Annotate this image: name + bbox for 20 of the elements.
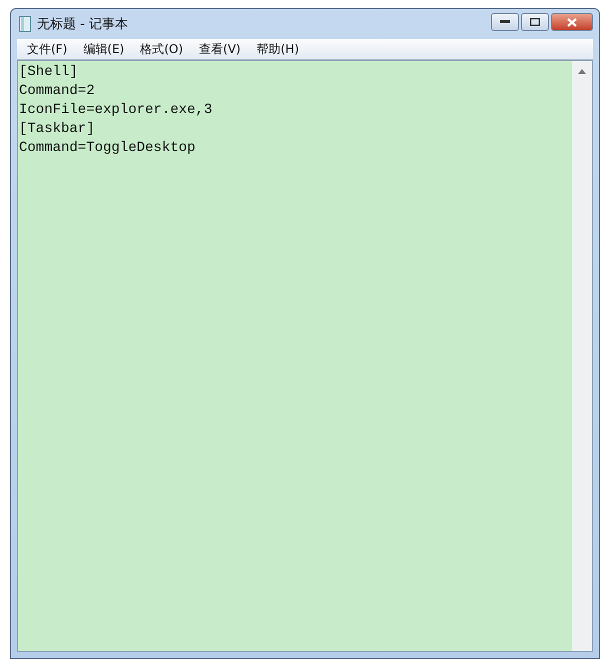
notepad-icon (19, 16, 31, 32)
close-icon (567, 18, 577, 26)
text-line: IconFile=explorer.exe,3 (19, 101, 214, 120)
text-line: [Taskbar] (19, 120, 96, 139)
text-line: [Shell] (19, 63, 79, 82)
close-button[interactable] (551, 13, 593, 31)
menu-item[interactable]: 查看(V) (193, 40, 247, 58)
minimize-icon (500, 20, 510, 24)
menu-item[interactable]: 编辑(E) (77, 40, 130, 58)
text-line: Command=ToggleDesktop (19, 139, 196, 158)
menu-item[interactable]: 文件(F) (21, 40, 74, 58)
text-line: Command=2 (19, 82, 96, 101)
window-title: 无标题 - 记事本 (37, 16, 128, 33)
scroll-up-icon[interactable] (578, 69, 586, 74)
menu-item[interactable]: 帮助(H) (250, 40, 305, 58)
scrollbar[interactable] (571, 61, 592, 651)
menu-item[interactable]: 格式(O) (134, 40, 190, 58)
maximize-button[interactable] (521, 13, 549, 31)
maximize-icon (530, 18, 540, 26)
minimize-button[interactable] (491, 13, 519, 31)
